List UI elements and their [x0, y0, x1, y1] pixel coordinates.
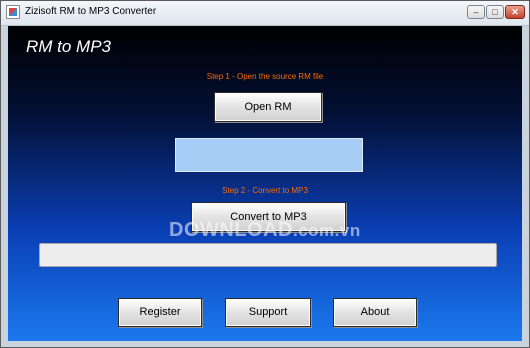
minimize-icon[interactable]: –: [467, 5, 485, 19]
register-button[interactable]: Register: [118, 298, 202, 327]
title-bar[interactable]: Zizisoft RM to MP3 Converter – □ ✕: [1, 1, 529, 26]
app-window: Zizisoft RM to MP3 Converter – □ ✕ RM to…: [0, 0, 530, 348]
about-button[interactable]: About: [333, 298, 417, 327]
maximize-icon[interactable]: □: [486, 5, 504, 19]
source-file-field[interactable]: [175, 138, 363, 172]
window-title: Zizisoft RM to MP3 Converter: [25, 6, 157, 17]
app-heading: RM to MP3: [26, 37, 112, 56]
watermark: DOWNLOAD.com.vn: [169, 219, 361, 242]
close-icon[interactable]: ✕: [505, 5, 525, 19]
open-rm-button[interactable]: Open RM: [214, 92, 322, 122]
conversion-progress-bar: [39, 243, 497, 267]
support-button[interactable]: Support: [225, 298, 311, 327]
watermark-brand: DOWNLOAD: [169, 219, 293, 241]
step1-label: Step 1 - Open the source RM file: [206, 72, 324, 81]
watermark-domain: .com.vn: [292, 221, 361, 240]
app-icon[interactable]: [6, 5, 20, 19]
main-panel: RM to MP3 Step 1 - Open the source RM fi…: [8, 26, 522, 341]
step2-label: Step 2 - Convert to MP3: [222, 186, 308, 195]
